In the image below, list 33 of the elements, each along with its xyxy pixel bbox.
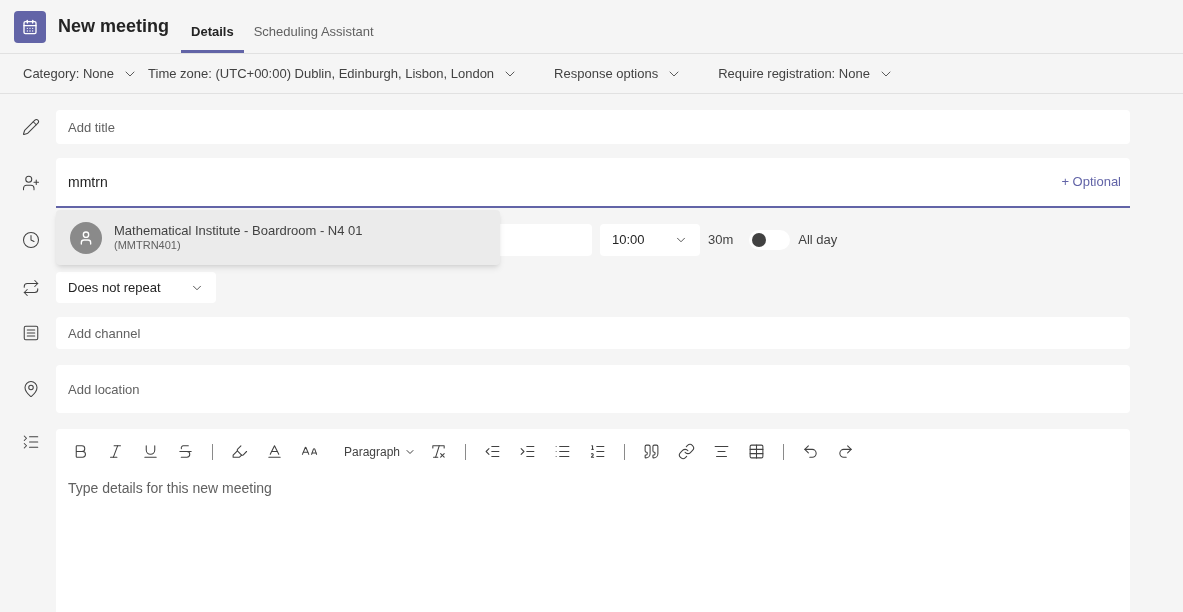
location-field[interactable]: Add location (56, 365, 1130, 413)
option-dropdown[interactable]: Response options (554, 63, 683, 84)
channel-icon (22, 324, 40, 342)
suggestion-dropdown[interactable]: Mathematical Institute - Boardroom - N4 01 (MMTRN401) (56, 210, 500, 265)
all-day-toggle[interactable] (749, 230, 791, 250)
end-time-dropdown[interactable]: 10:00 (600, 224, 700, 256)
pencil-icon (22, 118, 40, 136)
option-dropdown[interactable]: Require registration: None (718, 63, 894, 84)
page-title: New meeting (58, 15, 170, 38)
tab[interactable]: Details (181, 13, 244, 53)
optional-link[interactable]: + Optional (1061, 172, 1121, 192)
duration-text: 30m (708, 231, 734, 250)
avatar-icon (70, 221, 102, 254)
room-name: Mathematical Institute - Boardroom - N4 01 (114, 222, 363, 239)
location-pin-icon (22, 380, 40, 398)
add-person-icon (22, 174, 40, 192)
tab[interactable]: Scheduling Assistant (243, 13, 384, 53)
room-id: (MMTRN401) (114, 238, 182, 253)
title-field[interactable]: Add title (56, 110, 1130, 144)
channel-field[interactable]: Add channel (56, 317, 1130, 349)
option-dropdown[interactable]: Category: None (23, 63, 139, 84)
attendee-input-text: mmtrn (68, 172, 109, 192)
repeat-dropdown[interactable]: Does not repeat (56, 272, 216, 303)
clock-icon (22, 231, 40, 249)
repeat-icon (22, 278, 40, 297)
details-list-icon (22, 433, 40, 451)
paragraph-style-dropdown[interactable]: Paragraph (344, 442, 417, 461)
attendees-field[interactable]: mmtrn + Optional (56, 158, 1130, 208)
calendar-app-icon (14, 10, 46, 43)
details-placeholder: Type details for this new meeting (68, 479, 273, 498)
option-dropdown[interactable]: Time zone: (UTC+00:00) Dublin, Edinburgh, Lisbon, London (148, 63, 519, 84)
all-day-label: All day (798, 231, 838, 250)
details-editor[interactable]: Paragraph Type details for this new meeting (56, 429, 1130, 612)
